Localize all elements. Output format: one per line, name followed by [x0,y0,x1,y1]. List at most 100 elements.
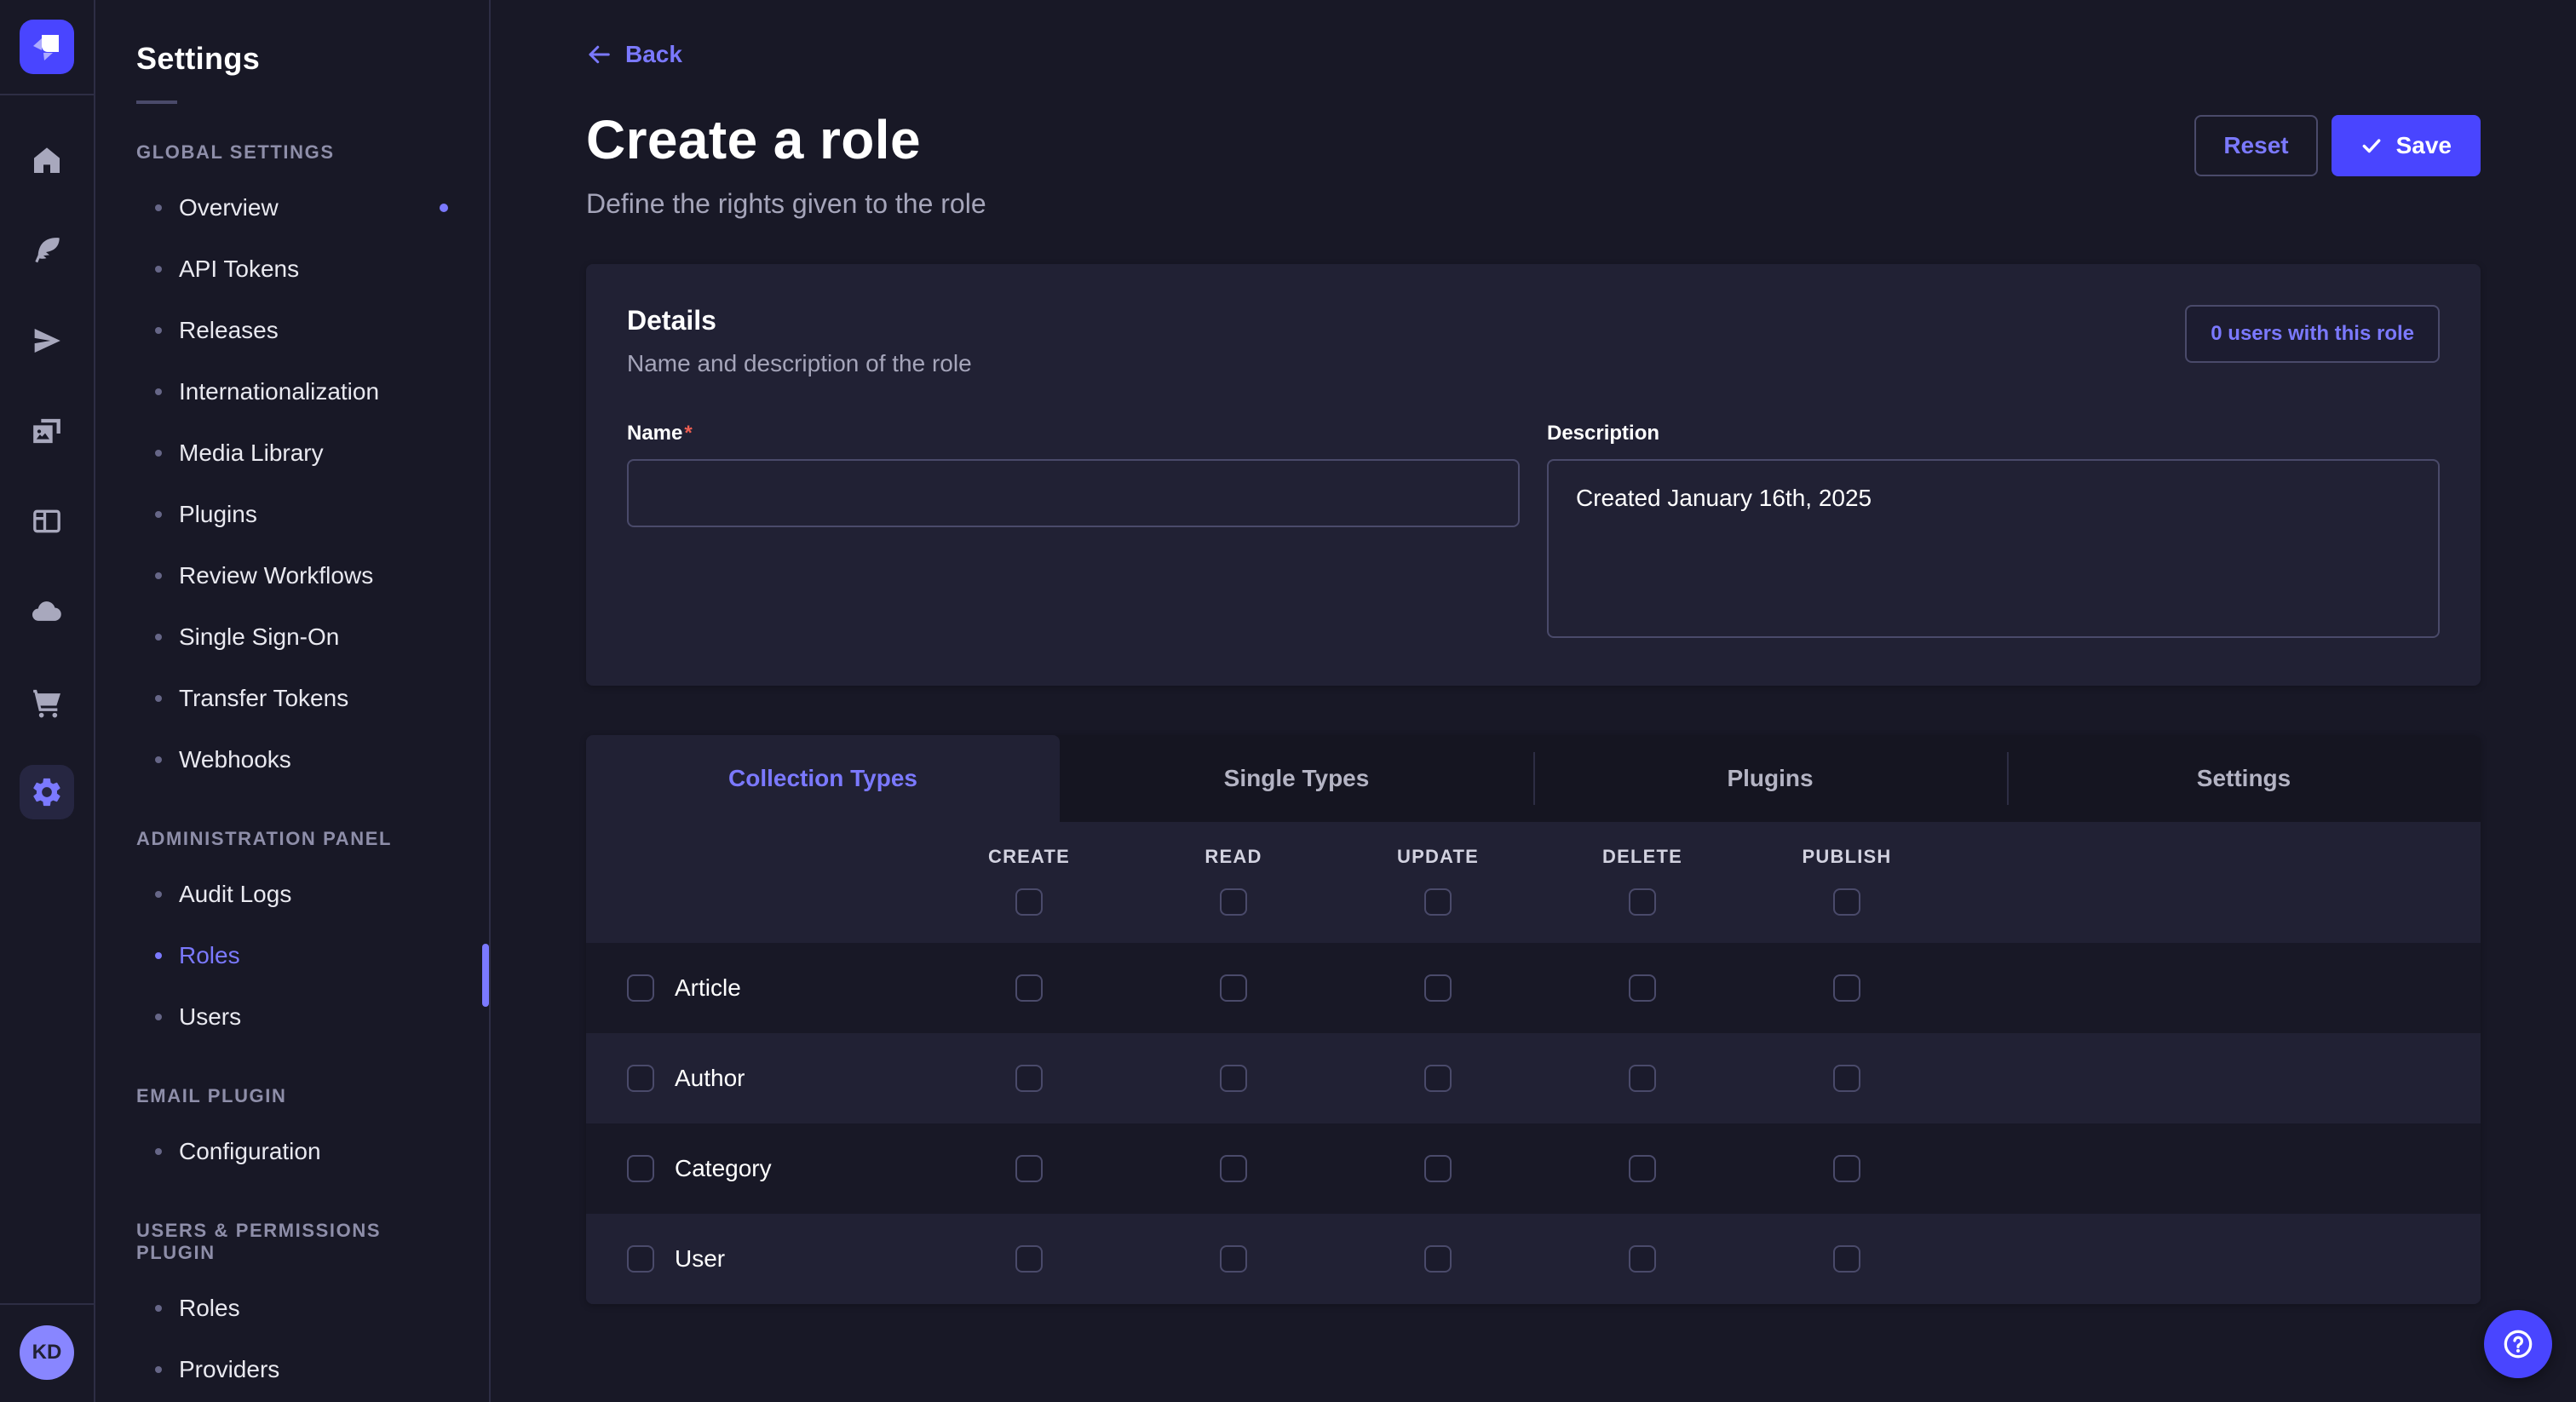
name-input[interactable] [627,459,1520,527]
sidebar-item-label: Users [179,1003,241,1031]
deploy-cloud-icon[interactable] [20,584,74,639]
article-delete-checkbox[interactable] [1629,974,1656,1002]
select-all-create-checkbox[interactable] [1015,888,1043,916]
release-send-icon[interactable] [20,313,74,368]
user-delete-checkbox[interactable] [1629,1245,1656,1273]
author-read-checkbox[interactable] [1220,1065,1247,1092]
user-update-checkbox[interactable] [1424,1245,1452,1273]
article-read-checkbox[interactable] [1220,974,1247,1002]
sidebar-item-roles[interactable]: Roles [95,925,489,986]
sidebar-item-review-workflows[interactable]: Review Workflows [95,545,489,606]
settings-gear-icon[interactable] [20,765,74,819]
select-all-update-checkbox[interactable] [1424,888,1452,916]
tab-plugins[interactable]: Plugins [1533,735,2007,822]
table-row-author: Author [586,1033,2481,1123]
media-library-icon[interactable] [20,404,74,458]
sidebar-item-overview[interactable]: Overview [95,177,489,238]
bullet-icon [155,388,162,395]
sidebar-item-internationalization[interactable]: Internationalization [95,361,489,422]
marketplace-cart-icon[interactable] [20,675,74,729]
subnav-scrollbar-thumb[interactable] [482,944,489,1007]
permissions-column-headers: CREATEREADUPDATEDELETEPUBLISH [586,822,2481,868]
settings-subnav: Settings GLOBAL SETTINGSOverviewAPI Toke… [95,0,491,1402]
avatar[interactable]: KD [20,1325,74,1380]
users-with-role-button[interactable]: 0 users with this role [2185,305,2440,363]
tab-settings[interactable]: Settings [2007,735,2481,822]
category-create-checkbox[interactable] [1015,1155,1043,1182]
save-button[interactable]: Save [2332,115,2481,176]
sidebar-item-users[interactable]: Users [95,986,489,1048]
author-create-checkbox[interactable] [1015,1065,1043,1092]
sidebar-item-transfer-tokens[interactable]: Transfer Tokens [95,668,489,729]
user-publish-checkbox[interactable] [1833,1245,1860,1273]
row-label: Author [675,1065,745,1092]
media-library-icon [30,414,64,448]
select-row-user-checkbox[interactable] [627,1245,654,1273]
sidebar-item-label: Audit Logs [179,881,291,908]
description-field-label: Description [1547,422,2440,445]
category-update-checkbox[interactable] [1424,1155,1452,1182]
article-create-checkbox[interactable] [1015,974,1043,1002]
subnav-section: USERS & PERMISSIONS PLUGINRolesProviders [95,1220,489,1400]
author-delete-checkbox[interactable] [1629,1065,1656,1092]
tab-single-types[interactable]: Single Types [1060,735,1533,822]
back-link[interactable]: Back [586,41,682,68]
select-all-publish-checkbox[interactable] [1833,888,1860,916]
description-textarea[interactable] [1547,459,2440,638]
settings-gear-icon [30,775,64,809]
select-row-category-checkbox[interactable] [627,1155,654,1182]
author-update-checkbox[interactable] [1424,1065,1452,1092]
sidebar-item-releases[interactable]: Releases [95,300,489,361]
deploy-cloud-icon [30,595,64,629]
arrow-left-icon [586,42,612,67]
category-publish-checkbox[interactable] [1833,1155,1860,1182]
sidebar-item-media-library[interactable]: Media Library [95,422,489,484]
category-read-checkbox[interactable] [1220,1155,1247,1182]
sidebar-item-webhooks[interactable]: Webhooks [95,729,489,790]
select-row-article-checkbox[interactable] [627,974,654,1002]
article-publish-checkbox[interactable] [1833,974,1860,1002]
sidebar-item-label: Configuration [179,1138,321,1165]
strapi-admin-app: KD Settings GLOBAL SETTINGSOverviewAPI T… [0,0,2576,1402]
help-button[interactable] [2484,1310,2552,1378]
header-actions: Reset Save [2194,115,2481,176]
subnav-section: EMAIL PLUGINConfiguration [95,1085,489,1182]
content-manager-icon[interactable] [20,223,74,278]
select-all-delete-checkbox[interactable] [1629,888,1656,916]
author-publish-checkbox[interactable] [1833,1065,1860,1092]
strapi-logo[interactable] [20,20,74,74]
subnav-section: GLOBAL SETTINGSOverviewAPI TokensRelease… [95,141,489,790]
column-header-delete: DELETE [1540,846,1745,868]
back-label: Back [625,41,682,68]
bullet-icon [155,266,162,273]
category-delete-checkbox[interactable] [1629,1155,1656,1182]
tab-collection-types[interactable]: Collection Types [586,735,1060,822]
sidebar-item-configuration[interactable]: Configuration [95,1121,489,1182]
bullet-icon [155,1305,162,1312]
bullet-icon [155,1014,162,1020]
sidebar-item-api-tokens[interactable]: API Tokens [95,238,489,300]
column-header-read: READ [1131,846,1336,868]
sidebar-item-providers[interactable]: Providers [95,1339,489,1400]
home-icon[interactable] [20,133,74,187]
select-all-read-checkbox[interactable] [1220,888,1247,916]
sidebar-item-audit-logs[interactable]: Audit Logs [95,864,489,925]
required-asterisk: * [684,422,692,445]
reset-button[interactable]: Reset [2194,115,2317,176]
tab-label: Plugins [1727,765,1813,792]
content-type-builder-icon[interactable] [20,494,74,549]
sidebar-item-label: Transfer Tokens [179,685,348,712]
sidebar-item-roles[interactable]: Roles [95,1278,489,1339]
logo-area [0,0,94,95]
home-icon [30,143,64,177]
article-update-checkbox[interactable] [1424,974,1452,1002]
user-create-checkbox[interactable] [1015,1245,1043,1273]
subnav-title: Settings [95,41,489,77]
user-read-checkbox[interactable] [1220,1245,1247,1273]
subnav-section: ADMINISTRATION PANELAudit LogsRolesUsers [95,828,489,1048]
column-header-create: CREATE [927,846,1131,868]
sidebar-item-plugins[interactable]: Plugins [95,484,489,545]
question-mark-icon [2499,1325,2537,1363]
sidebar-item-single-sign-on[interactable]: Single Sign-On [95,606,489,668]
select-row-author-checkbox[interactable] [627,1065,654,1092]
